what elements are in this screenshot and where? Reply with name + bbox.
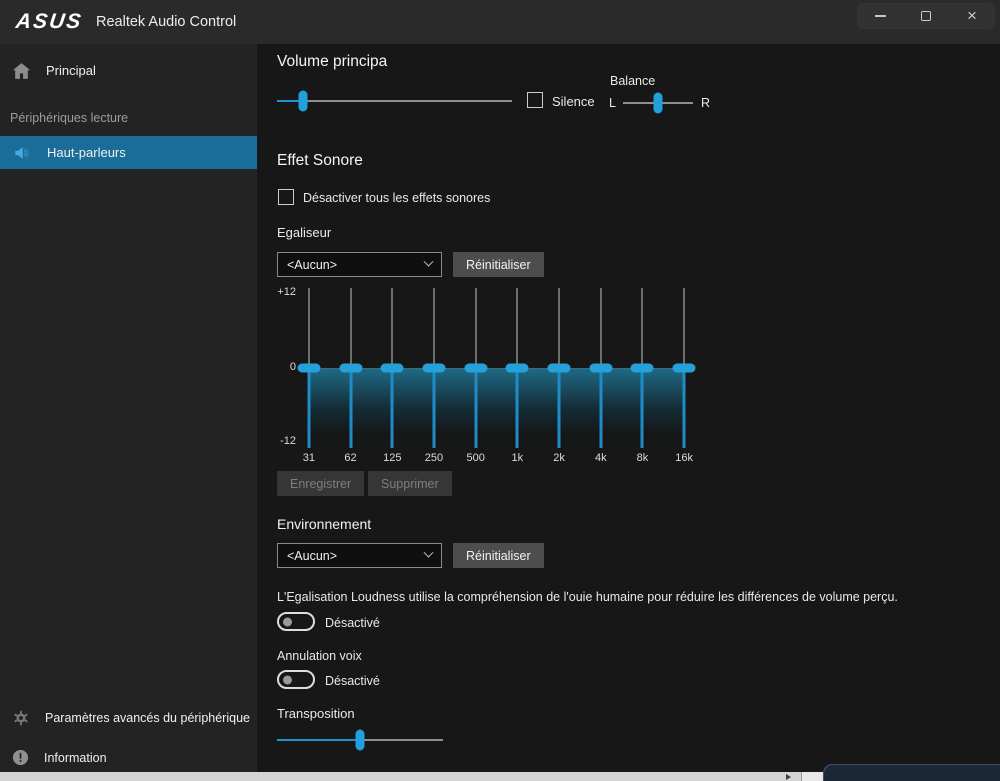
volume-section-title: Volume principa <box>277 53 387 71</box>
chevron-down-icon <box>424 257 434 267</box>
close-icon: × <box>967 11 977 21</box>
speaker-icon <box>12 144 32 162</box>
sidebar-item-advanced-settings[interactable]: Paramètres avancés du périphérique <box>0 701 257 734</box>
maximize-icon <box>921 11 931 21</box>
background-window-corner <box>823 764 1000 781</box>
voice-cancellation-state-label: Désactivé <box>325 674 380 688</box>
main-content: Volume principa Silence Balance L R Effe… <box>257 44 1000 772</box>
eq-band-thumb[interactable] <box>589 364 612 373</box>
minimize-icon <box>875 15 886 17</box>
transposition-slider-thumb[interactable] <box>356 730 365 751</box>
asus-logo: ASUS <box>14 10 84 34</box>
effects-section-title: Effet Sonore <box>277 152 363 170</box>
horizontal-scrollbar[interactable] <box>0 772 823 781</box>
silence-label: Silence <box>552 94 595 109</box>
transposition-label: Transposition <box>277 706 355 721</box>
balance-slider[interactable] <box>623 92 693 114</box>
app-window: ASUS Realtek Audio Control × Principal P… <box>0 0 1000 781</box>
window-controls: × <box>857 3 995 29</box>
disable-all-effects-label: Désactiver tous les effets sonores <box>303 191 490 205</box>
balance-slider-thumb[interactable] <box>654 93 663 114</box>
equalizer-preset-dropdown[interactable]: <Aucun> <box>277 252 442 277</box>
balance-right-label: R <box>701 96 710 110</box>
equalizer-preset-value: <Aucun> <box>287 258 337 272</box>
eq-band-125[interactable] <box>371 288 413 448</box>
environment-preset-dropdown[interactable]: <Aucun> <box>277 543 442 568</box>
eq-band-thumb[interactable] <box>422 364 445 373</box>
sidebar-item-label: Information <box>44 751 107 765</box>
eq-band-thumb[interactable] <box>339 364 362 373</box>
disable-all-effects-checkbox[interactable] <box>278 189 294 205</box>
sidebar: Principal Périphériques lecture Haut-par… <box>0 44 257 772</box>
eq-band-4k[interactable] <box>580 288 622 448</box>
titlebar: ASUS Realtek Audio Control × <box>0 0 1000 44</box>
environment-label: Environnement <box>277 516 371 532</box>
loudness-description: L'Egalisation Loudness utilise la compré… <box>277 590 898 604</box>
silence-checkbox[interactable] <box>527 92 543 108</box>
info-icon <box>12 749 29 766</box>
eq-band-thumb[interactable] <box>381 364 404 373</box>
environment-reset-button[interactable]: Réinitialiser <box>453 543 544 568</box>
loudness-toggle[interactable] <box>277 612 315 631</box>
eq-save-button[interactable]: Enregistrer <box>277 471 364 496</box>
chevron-down-icon <box>424 548 434 558</box>
volume-slider[interactable] <box>277 90 512 112</box>
app-title: Realtek Audio Control <box>96 14 236 30</box>
gear-icon <box>12 709 30 727</box>
equalizer-sliders <box>288 288 705 448</box>
loudness-state-label: Désactivé <box>325 616 380 630</box>
voice-cancellation-label: Annulation voix <box>277 649 362 663</box>
sidebar-item-label: Paramètres avancés du périphérique <box>45 711 250 725</box>
eq-band-62[interactable] <box>330 288 372 448</box>
balance-left-label: L <box>609 96 616 110</box>
eq-band-31[interactable] <box>288 288 330 448</box>
balance-label: Balance <box>610 74 655 88</box>
eq-delete-button[interactable]: Supprimer <box>368 471 452 496</box>
environment-preset-value: <Aucun> <box>287 549 337 563</box>
sidebar-item-information[interactable]: Information <box>0 741 257 774</box>
scrollbar-right-button[interactable] <box>802 772 823 781</box>
eq-band-1k[interactable] <box>497 288 539 448</box>
eq-band-2k[interactable] <box>538 288 580 448</box>
maximize-button[interactable] <box>903 3 949 29</box>
home-icon <box>12 62 31 80</box>
equalizer-label: Egaliseur <box>277 225 331 240</box>
minimize-button[interactable] <box>857 3 903 29</box>
eq-frequency-labels: 31 62 125 250 500 1k 2k 4k 8k 16k <box>288 452 705 464</box>
eq-band-250[interactable] <box>413 288 455 448</box>
sidebar-item-principal[interactable]: Principal <box>0 54 257 87</box>
eq-band-thumb[interactable] <box>297 364 320 373</box>
volume-slider-thumb[interactable] <box>298 91 307 112</box>
eq-band-8k[interactable] <box>622 288 664 448</box>
eq-band-thumb[interactable] <box>548 364 571 373</box>
sidebar-section-label: Périphériques lecture <box>10 111 128 125</box>
sidebar-item-haut-parleurs[interactable]: Haut-parleurs <box>0 136 257 169</box>
voice-cancellation-toggle[interactable] <box>277 670 315 689</box>
equalizer-reset-button[interactable]: Réinitialiser <box>453 252 544 277</box>
transposition-slider[interactable] <box>277 729 443 751</box>
close-button[interactable]: × <box>949 3 995 29</box>
sidebar-item-label: Haut-parleurs <box>47 145 126 160</box>
eq-band-thumb[interactable] <box>631 364 654 373</box>
scroll-right-arrow-icon <box>786 774 791 780</box>
sidebar-item-label: Principal <box>46 63 96 78</box>
eq-band-thumb[interactable] <box>673 364 696 373</box>
eq-band-16k[interactable] <box>663 288 705 448</box>
eq-band-500[interactable] <box>455 288 497 448</box>
eq-band-thumb[interactable] <box>464 364 487 373</box>
eq-band-thumb[interactable] <box>506 364 529 373</box>
